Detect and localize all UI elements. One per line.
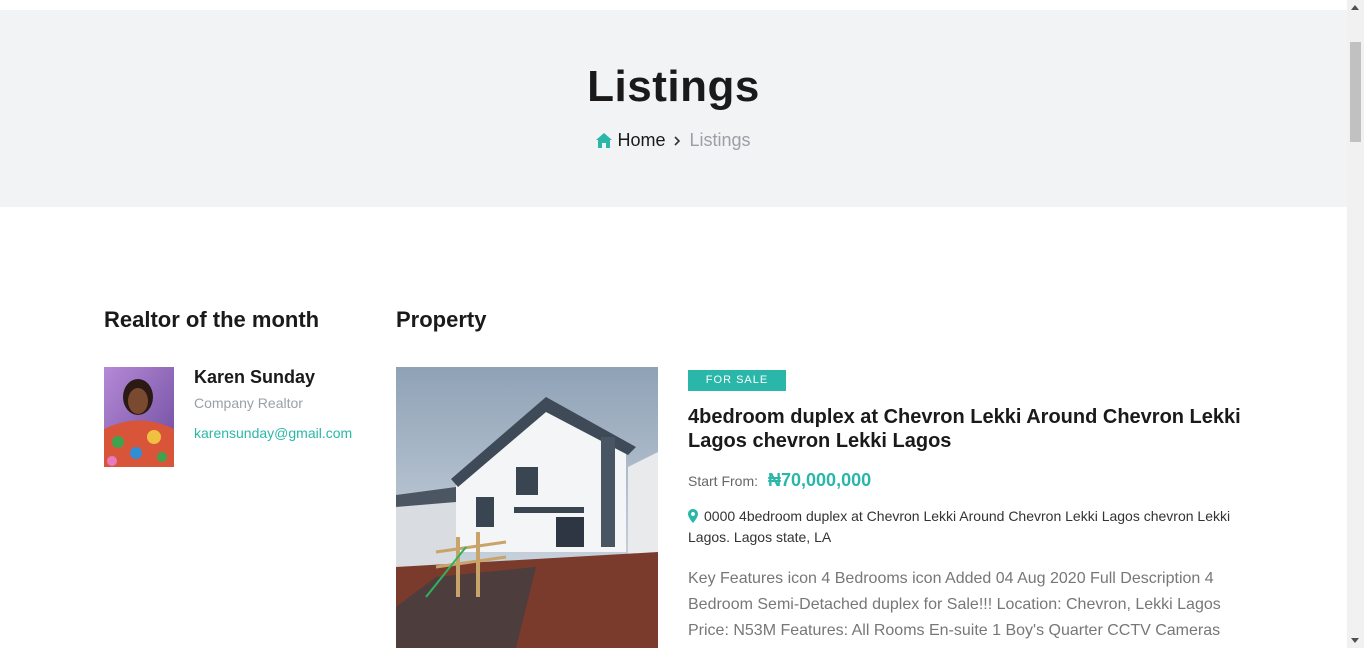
realtor-section-heading: Realtor of the month bbox=[104, 307, 320, 332]
property-title[interactable]: 4bedroom duplex at Chevron Lekki Around … bbox=[688, 405, 1258, 453]
realtor-role: Company Realtor bbox=[194, 395, 303, 411]
scrollbar-thumb[interactable] bbox=[1350, 42, 1361, 142]
breadcrumb-home-link[interactable]: Home bbox=[596, 130, 665, 151]
for-sale-badge: FOR SALE bbox=[688, 370, 786, 391]
realtor-name[interactable]: Karen Sunday bbox=[194, 367, 315, 388]
breadcrumb-current: Listings bbox=[689, 130, 751, 150]
property-description: Key Features icon 4 Bedrooms icon Added … bbox=[688, 570, 1221, 639]
property-address: 0000 4bedroom duplex at Chevron Lekki Ar… bbox=[688, 506, 1248, 548]
property-address-text: 0000 4bedroom duplex at Chevron Lekki Ar… bbox=[688, 508, 1231, 545]
chevron-right-icon bbox=[674, 135, 681, 146]
scroll-up-icon[interactable] bbox=[1351, 5, 1359, 10]
scroll-down-icon[interactable] bbox=[1351, 638, 1359, 643]
page-scrollbar[interactable] bbox=[1347, 0, 1364, 648]
price-label: Start From: bbox=[688, 473, 759, 489]
property-section-heading: Property bbox=[396, 307, 487, 332]
breadcrumb-home-label: Home bbox=[617, 130, 666, 150]
page-header: Listings Home Listings bbox=[0, 10, 1347, 207]
breadcrumb: Home Listings bbox=[0, 130, 1347, 151]
page-title: Listings bbox=[587, 62, 760, 111]
price-value: ₦70,000,000 bbox=[768, 470, 872, 490]
home-icon bbox=[596, 133, 613, 148]
property-image[interactable] bbox=[396, 367, 658, 648]
realtor-email-link[interactable]: karensunday@gmail.com bbox=[194, 425, 352, 441]
map-pin-icon bbox=[688, 509, 698, 523]
top-strip bbox=[0, 0, 1347, 10]
realtor-avatar[interactable] bbox=[104, 367, 174, 467]
price-row: Start From: ₦70,000,000 bbox=[688, 470, 871, 491]
